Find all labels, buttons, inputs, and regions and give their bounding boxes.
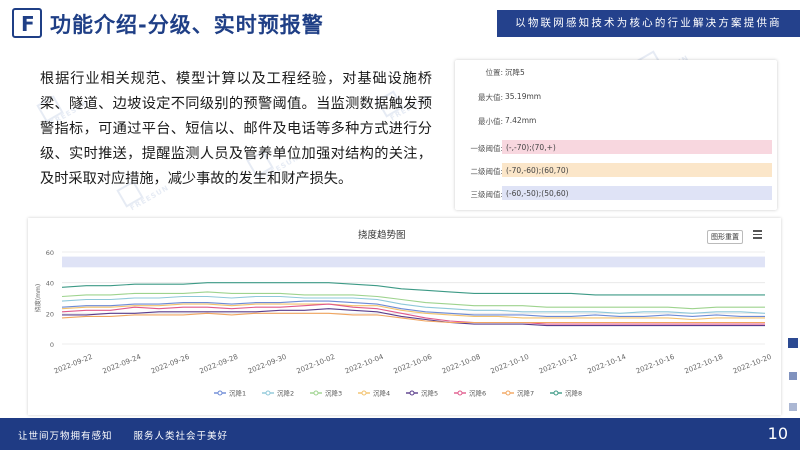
legend-label: 沉降3: [325, 389, 342, 398]
info-value: 7.42mm: [505, 116, 537, 125]
side-marker: [789, 403, 797, 411]
legend-label: 沉降6: [469, 389, 486, 398]
y-tick-label: 0: [50, 341, 54, 349]
legend-label: 沉降4: [373, 389, 390, 398]
x-tick-label: 2022-09-30: [247, 353, 288, 376]
legend-marker: [217, 390, 223, 396]
deflection-trend-chart: 0 20 40 60 挠度(mm) 2022-09-22 2022-09-24 2022-09…: [34, 249, 773, 398]
description-text: 根据行业相关规范、模型计算以及工程经验，对基础设施桥梁、隧道、边坡设定不同级别的…: [40, 71, 432, 187]
legend-marker: [409, 390, 415, 396]
header-banner: 以物联网感知技术为核心的行业解决方案提供商: [497, 10, 800, 37]
threshold-band: (-60,-50);(50,60): [502, 186, 772, 200]
page-title: 功能介绍-分级、实时预报警: [50, 13, 324, 37]
x-tick-label: 2022-10-08: [441, 353, 482, 376]
legend-label: 沉降8: [565, 389, 582, 398]
side-marker: [789, 372, 797, 380]
threshold-label: 三级阈值:: [470, 190, 503, 199]
company-logo: F: [12, 8, 42, 38]
info-label: 最大值:: [477, 93, 503, 102]
y-axis-label: 挠度(mm): [34, 284, 42, 312]
threshold-value: (-70,-60);(60,70): [506, 166, 569, 175]
x-tick-label: 2022-10-12: [538, 353, 579, 376]
y-tick-label: 40: [46, 280, 54, 288]
legend-marker: [265, 390, 271, 396]
info-value: 35.19mm: [505, 92, 542, 101]
legend-label: 沉降1: [229, 389, 246, 398]
legend-label: 沉降7: [517, 389, 534, 398]
y-tick-label: 20: [46, 310, 54, 318]
y-tick-label: 60: [46, 249, 54, 257]
info-panel: 位置: 沉降5 最大值: 35.19mm 最小值: 7.42mm 一级阈值: (…: [455, 60, 777, 210]
threshold-value: (-,-70);(70,+): [506, 143, 556, 152]
series-line: [62, 308, 765, 327]
x-tick-label: 2022-10-10: [489, 353, 530, 376]
chart-card: 挠度趋势图 图形重置 0 20 40 60 挠度(mm) 2022-09-22 2022-0…: [28, 218, 781, 415]
x-tick-label: 2022-10-20: [732, 353, 773, 376]
legend-marker: [505, 390, 511, 396]
threshold-band: (-,-70);(70,+): [502, 140, 772, 154]
threshold-label: 一级阈值:: [470, 144, 503, 153]
x-tick-label: 2022-10-14: [586, 353, 627, 376]
footer-slogan: 让世间万物拥有感知 服务人类社会于美好: [18, 431, 229, 442]
x-tick-label: 2022-09-26: [150, 353, 191, 376]
x-tick-label: 2022-09-28: [198, 353, 239, 376]
legend-marker: [361, 390, 367, 396]
page-number: 10: [767, 424, 788, 443]
x-tick-label: 2022-10-18: [683, 353, 724, 376]
legend-label: 沉降2: [277, 389, 294, 398]
side-marker: [788, 338, 798, 348]
threshold-band-area: [62, 256, 765, 268]
series-line: [61, 300, 765, 317]
x-tick-label: 2022-10-04: [344, 353, 385, 376]
x-tick-label: 2022-09-24: [101, 353, 142, 376]
x-tick-label: 2022-10-06: [392, 353, 433, 376]
info-label: 位置:: [485, 68, 503, 77]
x-tick-label: 2022-10-16: [635, 353, 676, 376]
legend-marker: [457, 390, 463, 396]
legend-marker: [553, 390, 559, 396]
info-label: 最小值:: [477, 117, 503, 126]
footer-bar: 让世间万物拥有感知 服务人类社会于美好 10: [0, 418, 800, 450]
legend-marker: [313, 390, 319, 396]
x-tick-label: 2022-09-22: [53, 353, 94, 376]
threshold-band: (-70,-60);(60,70): [502, 163, 772, 177]
info-value: 沉降5: [505, 68, 525, 77]
threshold-label: 二级阈值:: [470, 167, 503, 176]
x-tick-label: 2022-10-02: [295, 353, 336, 376]
threshold-value: (-60,-50);(50,60): [506, 189, 569, 198]
legend-label: 沉降5: [421, 389, 438, 398]
